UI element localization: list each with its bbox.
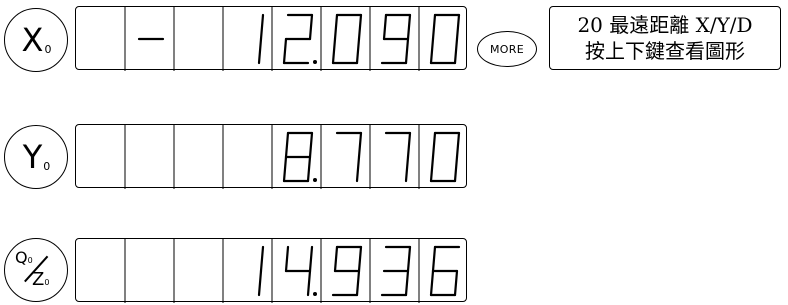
y-value-display	[75, 124, 467, 189]
qz-value-display	[75, 238, 467, 303]
decimal-point	[313, 178, 317, 182]
digit-segment	[257, 37, 263, 65]
digit-segment	[382, 13, 388, 41]
digit-segment	[259, 245, 265, 273]
digit-segment	[357, 245, 363, 273]
digit-segment	[306, 155, 312, 183]
y-axis-button[interactable]: Y0	[4, 125, 68, 189]
x-axis-button[interactable]: X0	[4, 8, 68, 72]
digit-segment	[406, 131, 412, 159]
digit-segment	[282, 155, 288, 183]
x-value-display	[75, 6, 467, 71]
digit-segment	[431, 13, 437, 41]
x-axis-subscript: 0	[44, 42, 52, 56]
digit-segment	[357, 13, 363, 41]
digit-segment	[333, 245, 339, 273]
digit-segment	[357, 131, 363, 159]
digit-segment	[431, 245, 437, 273]
digit-segment	[331, 37, 337, 65]
digit-segment	[355, 269, 361, 297]
digit-segment	[257, 269, 263, 297]
digit-segment	[453, 155, 459, 183]
digit-segment	[284, 131, 290, 159]
digit-segment	[429, 37, 435, 65]
info-line-2: 按上下鍵查看圖形	[585, 39, 745, 63]
digit-segment	[404, 155, 410, 183]
digit-segment	[453, 37, 459, 65]
y-axis-subscript: 0	[43, 159, 51, 173]
digit-segment	[355, 37, 361, 65]
digit-segment	[308, 131, 314, 159]
digit-segment	[406, 13, 412, 41]
qz-seven-segment	[124, 239, 461, 303]
digit-segment	[282, 37, 288, 65]
digit-segment	[455, 131, 461, 159]
decimal-point	[313, 60, 317, 64]
decimal-point	[313, 292, 317, 296]
digit-segment	[355, 155, 361, 183]
digit-segment	[333, 13, 339, 41]
qz-axis-button[interactable]: Q0 Z0	[4, 238, 68, 302]
digit-segment	[429, 269, 435, 297]
y-seven-segment	[124, 125, 461, 189]
digit-segment	[308, 13, 314, 41]
digit-segment	[453, 269, 459, 297]
z-label: Z0	[32, 269, 50, 290]
info-panel: 20 最遠距離 X/Y/D 按上下鍵查看圖形	[549, 6, 781, 70]
q-label: Q0	[15, 248, 33, 267]
digit-segment	[406, 245, 412, 273]
y-axis-label: Y	[22, 138, 43, 176]
info-line-1: 20 最遠距離 X/Y/D	[577, 13, 753, 37]
x-seven-segment	[124, 7, 461, 71]
digit-segment	[308, 245, 314, 273]
more-button[interactable]: MORE	[477, 31, 537, 67]
digit-segment	[404, 269, 410, 297]
x-axis-label: X	[21, 21, 44, 59]
digit-segment	[306, 269, 312, 297]
digit-segment	[431, 131, 437, 159]
digit-segment	[429, 155, 435, 183]
digit-segment	[404, 37, 410, 65]
digit-segment	[259, 13, 265, 41]
digit-segment	[455, 13, 461, 41]
digit-segment	[284, 245, 290, 273]
